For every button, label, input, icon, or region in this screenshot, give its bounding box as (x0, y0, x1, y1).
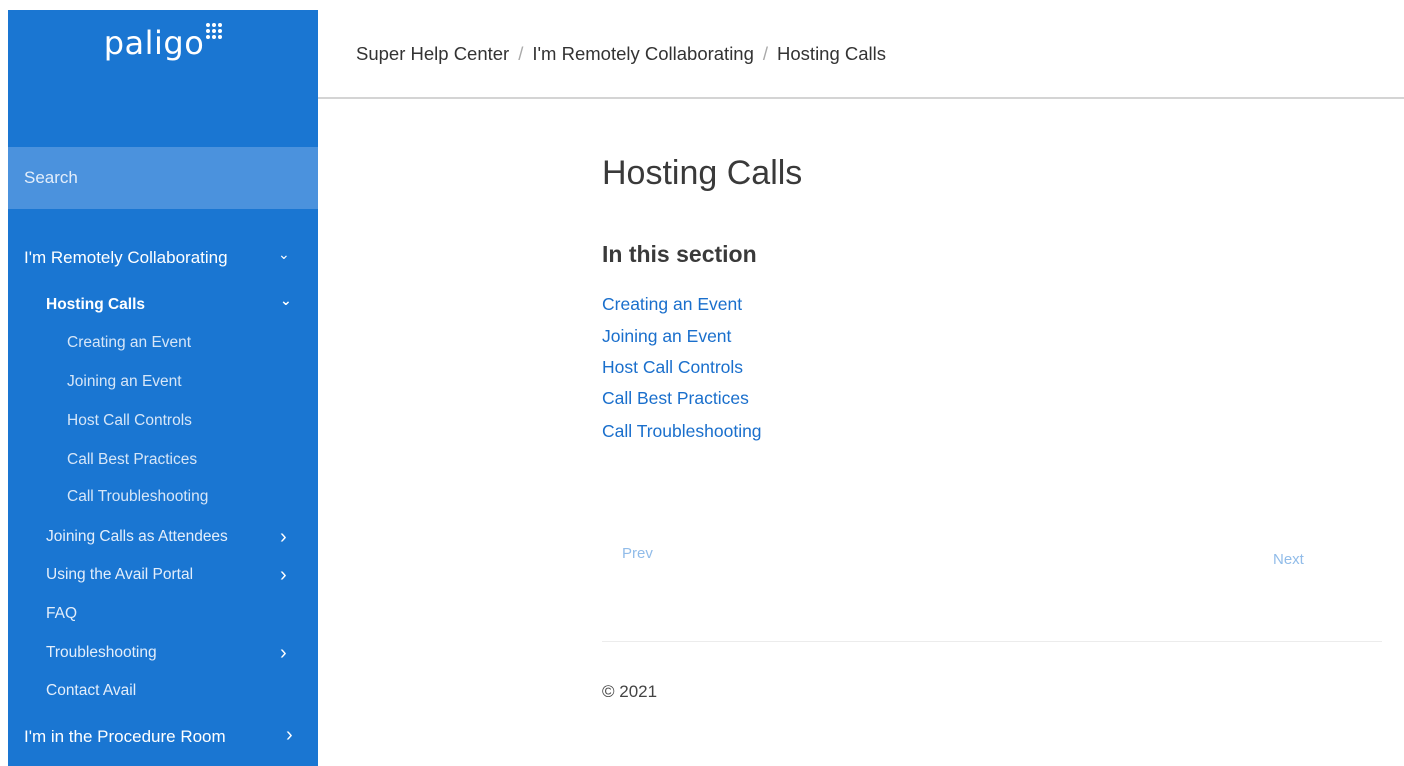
search-placeholder: Search (24, 168, 78, 187)
sidebar-item-contact-avail[interactable]: Contact Avail (46, 682, 136, 700)
chevron-right-icon: › (280, 642, 287, 664)
section-link-call-best-practices[interactable]: Call Best Practices (602, 388, 749, 409)
breadcrumb-item-super-help-center[interactable]: Super Help Center (356, 43, 509, 65)
sidebar-item-label: Joining an Event (67, 373, 182, 390)
sidebar-item-creating-an-event[interactable]: Creating an Event (67, 334, 191, 352)
sidebar-item-joining-calls-as-attendees[interactable]: Joining Calls as Attendees › (46, 526, 306, 548)
page: paligo Search I'm Remotely Collaborating… (0, 0, 1404, 766)
sidebar-item-call-best-practices[interactable]: Call Best Practices (67, 451, 197, 469)
section-link-joining-an-event[interactable]: Joining an Event (602, 326, 731, 347)
sidebar-item-label: Call Troubleshooting (67, 488, 209, 505)
sidebar-item-hosting-calls[interactable]: Hosting Calls ⌄ (46, 292, 306, 314)
breadcrumb-separator: / (518, 42, 524, 64)
breadcrumb-item-hosting-calls: Hosting Calls (777, 42, 887, 64)
sidebar-item-label: Contact Avail (46, 682, 137, 699)
sidebar-item-label: Creating an Event (67, 334, 192, 351)
copyright: © 2021 (602, 682, 658, 701)
logo[interactable]: paligo (8, 10, 318, 76)
search-input[interactable]: Search (8, 147, 318, 209)
breadcrumb-separator: / (762, 42, 769, 64)
sidebar-item-joining-an-event[interactable]: Joining an Event (67, 373, 182, 391)
chevron-right-icon: › (280, 526, 287, 548)
sidebar-item-label: Using the Avail Portal (46, 566, 194, 583)
sidebar-item-host-call-controls[interactable]: Host Call Controls (67, 412, 192, 430)
sidebar-item-label: Host Call Controls (67, 412, 192, 429)
sidebar: paligo Search I'm Remotely Collaborating… (8, 10, 318, 766)
section-link-host-call-controls[interactable]: Host Call Controls (602, 357, 743, 378)
section-link-creating-an-event[interactable]: Creating an Event (602, 294, 742, 315)
sidebar-item-faq[interactable]: FAQ (46, 605, 77, 623)
section-link-call-troubleshooting[interactable]: Call Troubleshooting (602, 421, 762, 442)
sidebar-item-label: Troubleshooting (46, 644, 157, 661)
breadcrumb-item-remotely-collaborating[interactable]: I'm Remotely Collaborating (532, 43, 754, 65)
sidebar-item-procedure-room[interactable]: I'm in the Procedure Room › (24, 724, 314, 747)
page-title: Hosting Calls (602, 154, 803, 192)
dot-grid-icon (206, 23, 223, 39)
sidebar-item-label: I'm in the Procedure Room (24, 727, 226, 746)
chevron-down-icon: ⌄ (278, 246, 290, 262)
sidebar-item-label: FAQ (46, 605, 78, 622)
next-button[interactable]: Next (1273, 551, 1304, 568)
section-title: In this section (602, 241, 757, 267)
sidebar-item-label: Call Best Practices (67, 451, 198, 468)
sidebar-item-label: Hosting Calls (46, 296, 146, 313)
footer-divider (602, 641, 1382, 642)
prev-button[interactable]: Prev (622, 545, 653, 562)
breadcrumb: Super Help Center / I'm Remotely Collabo… (318, 10, 1404, 99)
sidebar-item-label: I'm Remotely Collaborating (24, 248, 228, 267)
chevron-down-icon: ⌄ (280, 292, 292, 308)
sidebar-item-using-the-avail-portal[interactable]: Using the Avail Portal › (46, 564, 306, 586)
logo-text: paligo (103, 24, 205, 62)
sidebar-item-remotely-collaborating[interactable]: I'm Remotely Collaborating ⌄ (24, 246, 304, 268)
sidebar-item-troubleshooting[interactable]: Troubleshooting › (46, 642, 306, 664)
sidebar-item-call-troubleshooting[interactable]: Call Troubleshooting (67, 488, 208, 506)
chevron-right-icon: › (280, 564, 287, 586)
sidebar-item-label: Joining Calls as Attendees (46, 528, 228, 545)
chevron-right-icon: › (286, 724, 293, 746)
